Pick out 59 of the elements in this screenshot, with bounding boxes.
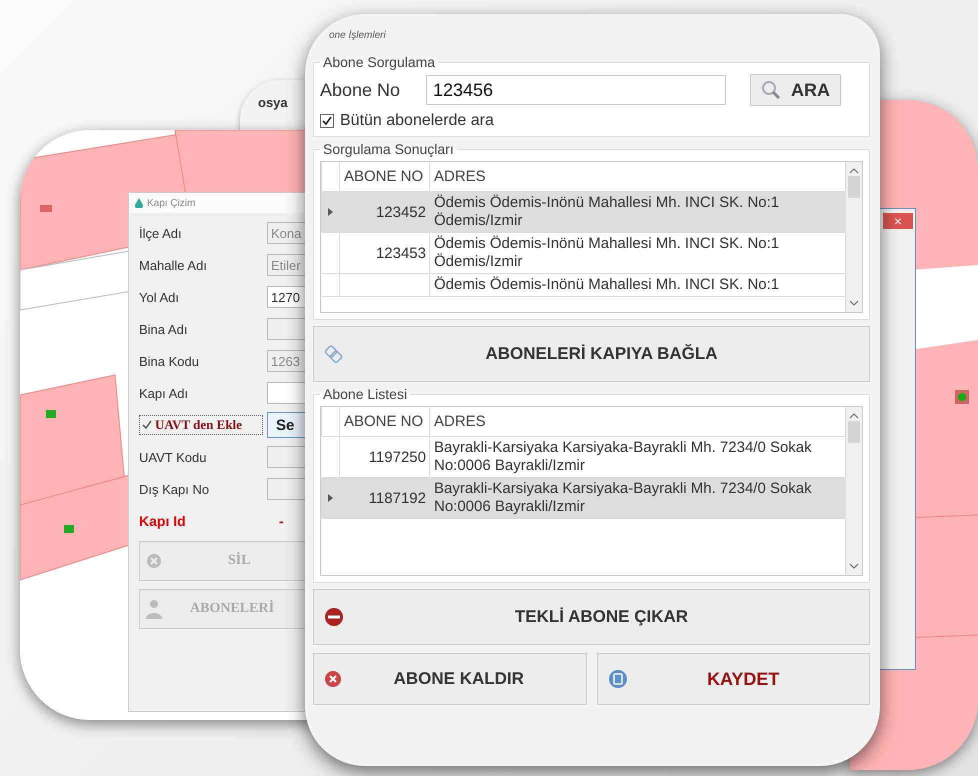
- table-cell: Ödemis Ödemis-Inönü Mahallesi Mh. INCI SK. No:1 Ödemis/Izmir: [434, 194, 780, 229]
- field-label: Yol Adı: [139, 290, 180, 304]
- drop-icon: [135, 198, 143, 208]
- field-label: UAVT Kodu: [139, 450, 208, 464]
- field-label: Dış Kapı No: [139, 482, 210, 496]
- save-button[interactable]: KAYDET: [596, 653, 870, 705]
- search-icon: [761, 80, 781, 100]
- scroll-up-icon: [849, 411, 859, 421]
- scrollbar-thumb[interactable]: [848, 176, 860, 198]
- checkbox[interactable]: [320, 114, 334, 128]
- group-title: Abone Sorgulama: [322, 54, 436, 70]
- remove-one-button[interactable]: TEKLİ ABONE ÇIKAR: [313, 589, 870, 645]
- link-subscribers-button[interactable]: ABONELERİ KAPIYA BAĞLA: [313, 326, 870, 382]
- scroll-down-icon: [849, 298, 859, 308]
- group-title: Abone Listesi: [322, 386, 408, 402]
- field-value: -: [279, 513, 284, 529]
- uavt-checkbox[interactable]: UAVT den Ekle: [139, 415, 263, 435]
- save-icon: [608, 669, 628, 689]
- table-cell: 123452: [376, 204, 426, 220]
- table-cell: Ödemis Ödemis-Inönü Mahallesi Mh. INCI SK. No:1 Ödemis/Izmir: [434, 235, 780, 270]
- users-icon: [146, 599, 164, 619]
- delete-icon: [324, 670, 342, 688]
- window-title: Kapı Çizim: [147, 198, 196, 208]
- table-cell: Bayrakli-Karsiyaka Karsiyaka-Bayrakli Mh. 7234/0 Sokak No:0006 Bayrakli/Izmir: [434, 480, 812, 515]
- table-row[interactable]: Ödemis Ödemis-Inönü Mahallesi Mh. INCI SK. No:1: [321, 274, 845, 297]
- link-icon: [324, 344, 344, 364]
- table-row[interactable]: 123452 Ödemis Ödemis-Inönü Mahallesi Mh. INCI SK. No:1 Ödemis/Izmir: [321, 192, 845, 233]
- menu-item[interactable]: osya: [258, 95, 288, 110]
- field-label: Kapı Id: [139, 513, 187, 529]
- table-row[interactable]: 123453 Ödemis Ödemis-Inönü Mahallesi Mh. INCI SK. No:1 Ödemis/Izmir: [321, 233, 845, 274]
- column-header: ABONE NO: [339, 407, 429, 436]
- field-label: Bina Adı: [139, 322, 188, 336]
- field-label: Mahalle Adı: [139, 258, 208, 272]
- scroll-up-icon: [849, 166, 859, 176]
- table-cell: 1197250: [368, 448, 426, 466]
- table-cell: 1187192: [368, 490, 426, 506]
- minus-icon: [324, 607, 344, 627]
- window-title: one İşlemleri: [328, 28, 387, 43]
- field-label: Kapı Adı: [139, 386, 190, 400]
- subscriber-number-field[interactable]: 123456: [426, 75, 726, 105]
- table-cell: Ödemis Ödemis-Inönü Mahallesi Mh. INCI SK. No:1: [434, 276, 780, 293]
- field-label: İlçe Adı: [139, 226, 183, 240]
- close-button[interactable]: ×: [883, 213, 913, 229]
- table-cell: 123453: [376, 244, 426, 262]
- field-label: Abone No: [320, 80, 402, 100]
- search-button[interactable]: ARA: [750, 74, 841, 106]
- table-row[interactable]: 1187192 Bayrakli-Karsiyaka Karsiyaka-Bayrakli Mh. 7234/0 Sokak No:0006 Bayrakli/Izmir: [321, 478, 845, 519]
- delete-icon: [146, 553, 162, 569]
- table-cell: Bayrakli-Karsiyaka Karsiyaka-Bayrakli Mh. 7234/0 Sokak No:0006 Bayrakli/Izmir: [434, 439, 812, 474]
- row-pointer-icon: [328, 494, 332, 502]
- checkbox-label: Bütün abonelerde ara: [340, 112, 494, 130]
- column-header: ABONE NO: [339, 162, 429, 191]
- row-pointer-icon: [328, 208, 332, 216]
- check-icon: [142, 420, 152, 430]
- scroll-down-icon: [849, 561, 859, 571]
- group-title: Sorgulama Sonuçları: [322, 141, 455, 157]
- scrollbar-thumb[interactable]: [848, 421, 860, 443]
- remove-button[interactable]: ABONE KALDIR: [313, 653, 586, 705]
- field-label: Bina Kodu: [139, 354, 200, 368]
